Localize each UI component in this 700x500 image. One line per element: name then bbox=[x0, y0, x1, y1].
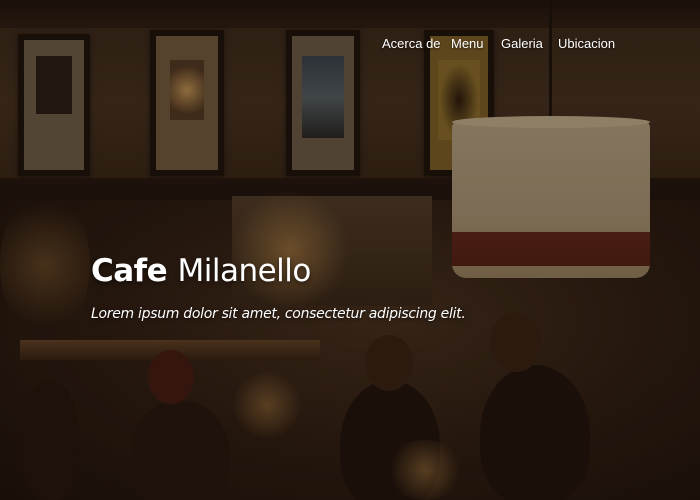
hero-title: Cafe Milanello bbox=[91, 250, 311, 292]
top-navigation: Acerca de Menu Galeria Ubicacion bbox=[0, 34, 700, 56]
nav-link-galeria[interactable]: Galeria bbox=[501, 34, 543, 54]
hero-title-bold: Cafe bbox=[91, 253, 168, 289]
nav-link-menu[interactable]: Menu bbox=[451, 34, 484, 54]
hero-section: Acerca de Menu Galeria Ubicacion Cafe Mi… bbox=[0, 0, 700, 500]
nav-link-acerca-de[interactable]: Acerca de bbox=[382, 34, 441, 54]
hero-title-light: Milanello bbox=[177, 253, 311, 289]
hero-subtitle: Lorem ipsum dolor sit amet, consectetur … bbox=[91, 306, 466, 322]
nav-link-ubicacion[interactable]: Ubicacion bbox=[558, 34, 615, 54]
